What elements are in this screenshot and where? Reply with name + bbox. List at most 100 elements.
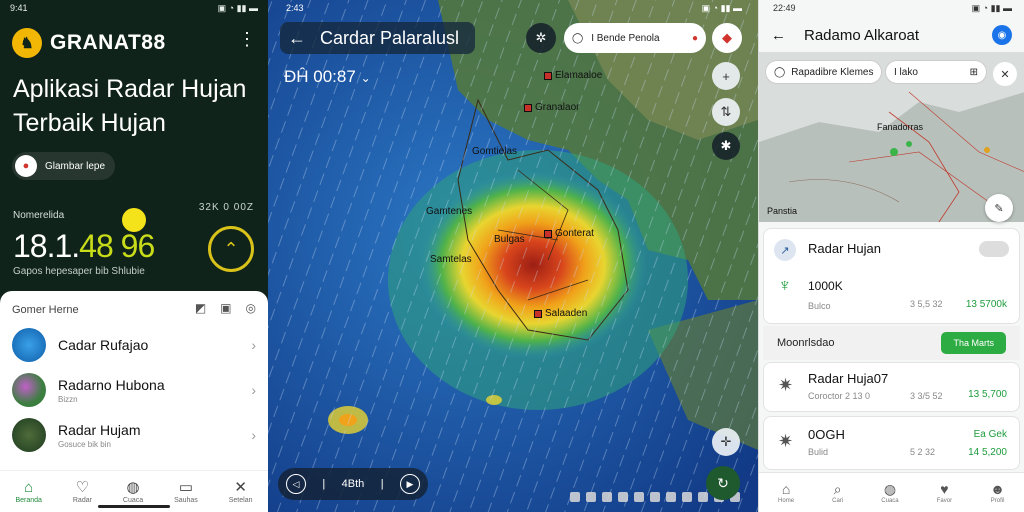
list-item[interactable]: Cadar Rufajao › <box>12 325 256 365</box>
search-text: I Bende Penola <box>591 32 660 44</box>
nav-item-search[interactable]: ⌕ Cari <box>832 482 843 504</box>
nav-item-radar[interactable]: ♡ Radar <box>73 480 92 504</box>
card-title: Radar Hujan <box>808 241 881 256</box>
map-label: Bulgas <box>494 234 525 245</box>
more-menu-icon[interactable]: ⋮ <box>238 30 256 48</box>
close-icon[interactable]: ✕ <box>993 62 1017 86</box>
list-item[interactable]: Radarno Hubona Bizzn › <box>12 370 256 410</box>
metric-value-main: 18.1. <box>13 228 80 264</box>
edit-icon[interactable]: ✎ <box>985 194 1013 222</box>
list-item-title: Radar Huja07 <box>808 371 889 386</box>
map-label: Gamtenes <box>426 206 473 217</box>
settings-icon[interactable]: ◎ <box>246 301 256 315</box>
list-item-subtitle: Bulid <box>808 447 829 457</box>
pin-icon[interactable]: ◆ <box>712 23 742 53</box>
location-chip-label: Glambar lepe <box>45 160 106 172</box>
list-item-subtitle: Gosuce bik bin <box>58 439 111 449</box>
metric-subtitle: Gapos hepesaper bib Shlubie <box>13 266 145 277</box>
timeline-divider: | <box>322 478 326 490</box>
list-item-mid: 3 3/5 52 <box>910 391 943 401</box>
map-label: Fanadorras <box>877 122 924 132</box>
radar-card[interactable]: ↗ Radar Hujan ♆ 1000K Bulco 3 5,5 32 13 … <box>763 228 1020 324</box>
heart-icon: ♡ <box>75 478 90 496</box>
map-label: Panstia <box>767 206 798 216</box>
weather-icon: ✷ <box>778 375 794 395</box>
search-icon: ⌕ <box>833 480 842 497</box>
location-pin-icon: ● <box>15 155 37 177</box>
card-green-value: 13 5700k <box>965 299 1007 310</box>
zoom-in-icon[interactable]: + <box>712 62 740 90</box>
search-icon: ◯ <box>572 32 584 44</box>
layers-icon[interactable]: ✲ <box>526 23 556 53</box>
settings-icon[interactable]: ✱ <box>712 132 740 160</box>
map-pin-icon[interactable]: ◉ <box>992 25 1012 45</box>
nav-item-weather[interactable]: ◍ Cuaca <box>123 480 143 504</box>
list-item[interactable]: Radar Hujam Gosuce bik bin › <box>12 415 256 455</box>
nav-item-weather[interactable]: ◍ Cuaca <box>881 482 898 504</box>
radar-map-screen: 2:43 ▣ ◔ ▮▮ ▬ ← Cardar Palaralusl ✲ ◯ I … <box>268 0 758 512</box>
globe-icon: ◍ <box>126 478 140 496</box>
nav-item-home[interactable]: ⌂ Home <box>778 482 794 504</box>
status-icons: ▣ ◔ ▮▮ ▬ <box>971 3 1012 13</box>
rewind-icon[interactable]: ◁ <box>286 474 306 494</box>
map-label: Samtelas <box>430 254 472 265</box>
chevron-down-icon: ⌄ <box>360 71 371 85</box>
logo-icon: ♞ <box>12 28 42 58</box>
hero-title: Aplikasi Radar Hujan Terbaik Hujan <box>13 72 246 140</box>
timeline-label: 4Bth <box>341 478 365 490</box>
list-item-green: Ea Gek <box>973 429 1007 440</box>
edit-icon[interactable]: ◩ <box>195 301 206 315</box>
timeline-divider: | <box>380 478 384 490</box>
coordinate-readout[interactable]: ĐĤ 00:87 ⌄ <box>284 67 371 87</box>
metric-value-accent: 48 96 <box>79 228 155 264</box>
list-item-thumb <box>12 328 46 362</box>
compass-icon[interactable]: ⌃ <box>208 226 254 272</box>
search-icon: ◯ <box>774 66 786 78</box>
bottom-sheet: Gomer Herne ◩ ▣ ◎ Cadar Rufajao › Radarn… <box>0 291 268 512</box>
back-icon[interactable]: ← <box>771 27 786 44</box>
home-icon: ⌂ <box>24 478 34 496</box>
play-icon[interactable]: ▶ <box>399 474 420 494</box>
hero-line-2: Terbaik Hujan <box>13 109 166 137</box>
sheet-title: Gomer Herne <box>12 304 79 316</box>
locate-icon[interactable]: ⇅ <box>712 98 740 126</box>
refresh-icon[interactable]: ↻ <box>706 466 740 500</box>
chevron-right-icon: › <box>251 382 256 398</box>
nav-item-screen[interactable]: ▭ Sauhas <box>174 480 198 504</box>
status-bar: 2:43 ▣ ◔ ▮▮ ▬ <box>286 3 742 14</box>
nav-item-settings[interactable]: ✕ Setelan <box>229 480 253 504</box>
radar-icon: ↗ <box>774 239 796 261</box>
place-filter-pill[interactable]: ◯ Rapadibre Klemes <box>765 60 883 84</box>
list-item[interactable]: ✷ 0OGH Bulid 5 2 32 Ea Gek 14 5,200 <box>763 416 1020 470</box>
card-toggle[interactable] <box>979 241 1009 257</box>
list-item[interactable]: ✷ Radar Huja07 Coroctor 2 13 0 3 3/5 52 … <box>763 362 1020 412</box>
list-item-subtitle: Coroctor 2 13 0 <box>808 391 871 401</box>
flag-icon: ● <box>691 32 698 44</box>
nav-item-favorites[interactable]: ♥ Favor <box>937 482 952 504</box>
sheet-actions: ◩ ▣ ◎ <box>195 301 256 315</box>
location-search[interactable]: ◯ I Bende Penola ● <box>564 23 706 53</box>
brand: ♞ GRANAT88 <box>12 28 166 58</box>
save-icon[interactable]: ▣ <box>220 301 231 315</box>
home-icon: ⌂ <box>781 480 791 497</box>
map-label: Elamaaloe <box>544 70 602 81</box>
nav-item-home[interactable]: ⌂ Beranda <box>15 480 41 504</box>
nav-item-profile[interactable]: ☻ Profil <box>990 482 1005 504</box>
status-time: 9:41 <box>10 3 28 13</box>
home-screen: 9:41 ▣ ◔ ▮▮ ▬ ♞ GRANAT88 ⋮ Aplikasi Rada… <box>0 0 268 512</box>
status-time: 22:49 <box>773 3 796 13</box>
status-time: 2:43 <box>286 3 304 13</box>
user-icon: ☻ <box>990 480 1005 497</box>
location-chip[interactable]: ● Glambar lepe <box>12 152 116 180</box>
back-icon[interactable]: ← <box>288 28 306 49</box>
list-item-title: Radarno Hubona <box>58 376 165 393</box>
page-title: Radamo Alkaroat <box>804 26 920 44</box>
home-indicator <box>98 505 170 508</box>
moon-action-button[interactable]: Tha Marts <box>941 332 1006 354</box>
list-item-title: Radar Hujam <box>58 421 141 438</box>
moon-row: Moonrlsdao Tha Marts <box>763 326 1020 360</box>
crosshair-icon[interactable]: ✛ <box>712 428 740 456</box>
list-item-mid: 5 2 32 <box>910 447 936 457</box>
radius-filter-pill[interactable]: I lako ⊞ <box>885 60 987 84</box>
list-item-thumb <box>12 418 46 452</box>
